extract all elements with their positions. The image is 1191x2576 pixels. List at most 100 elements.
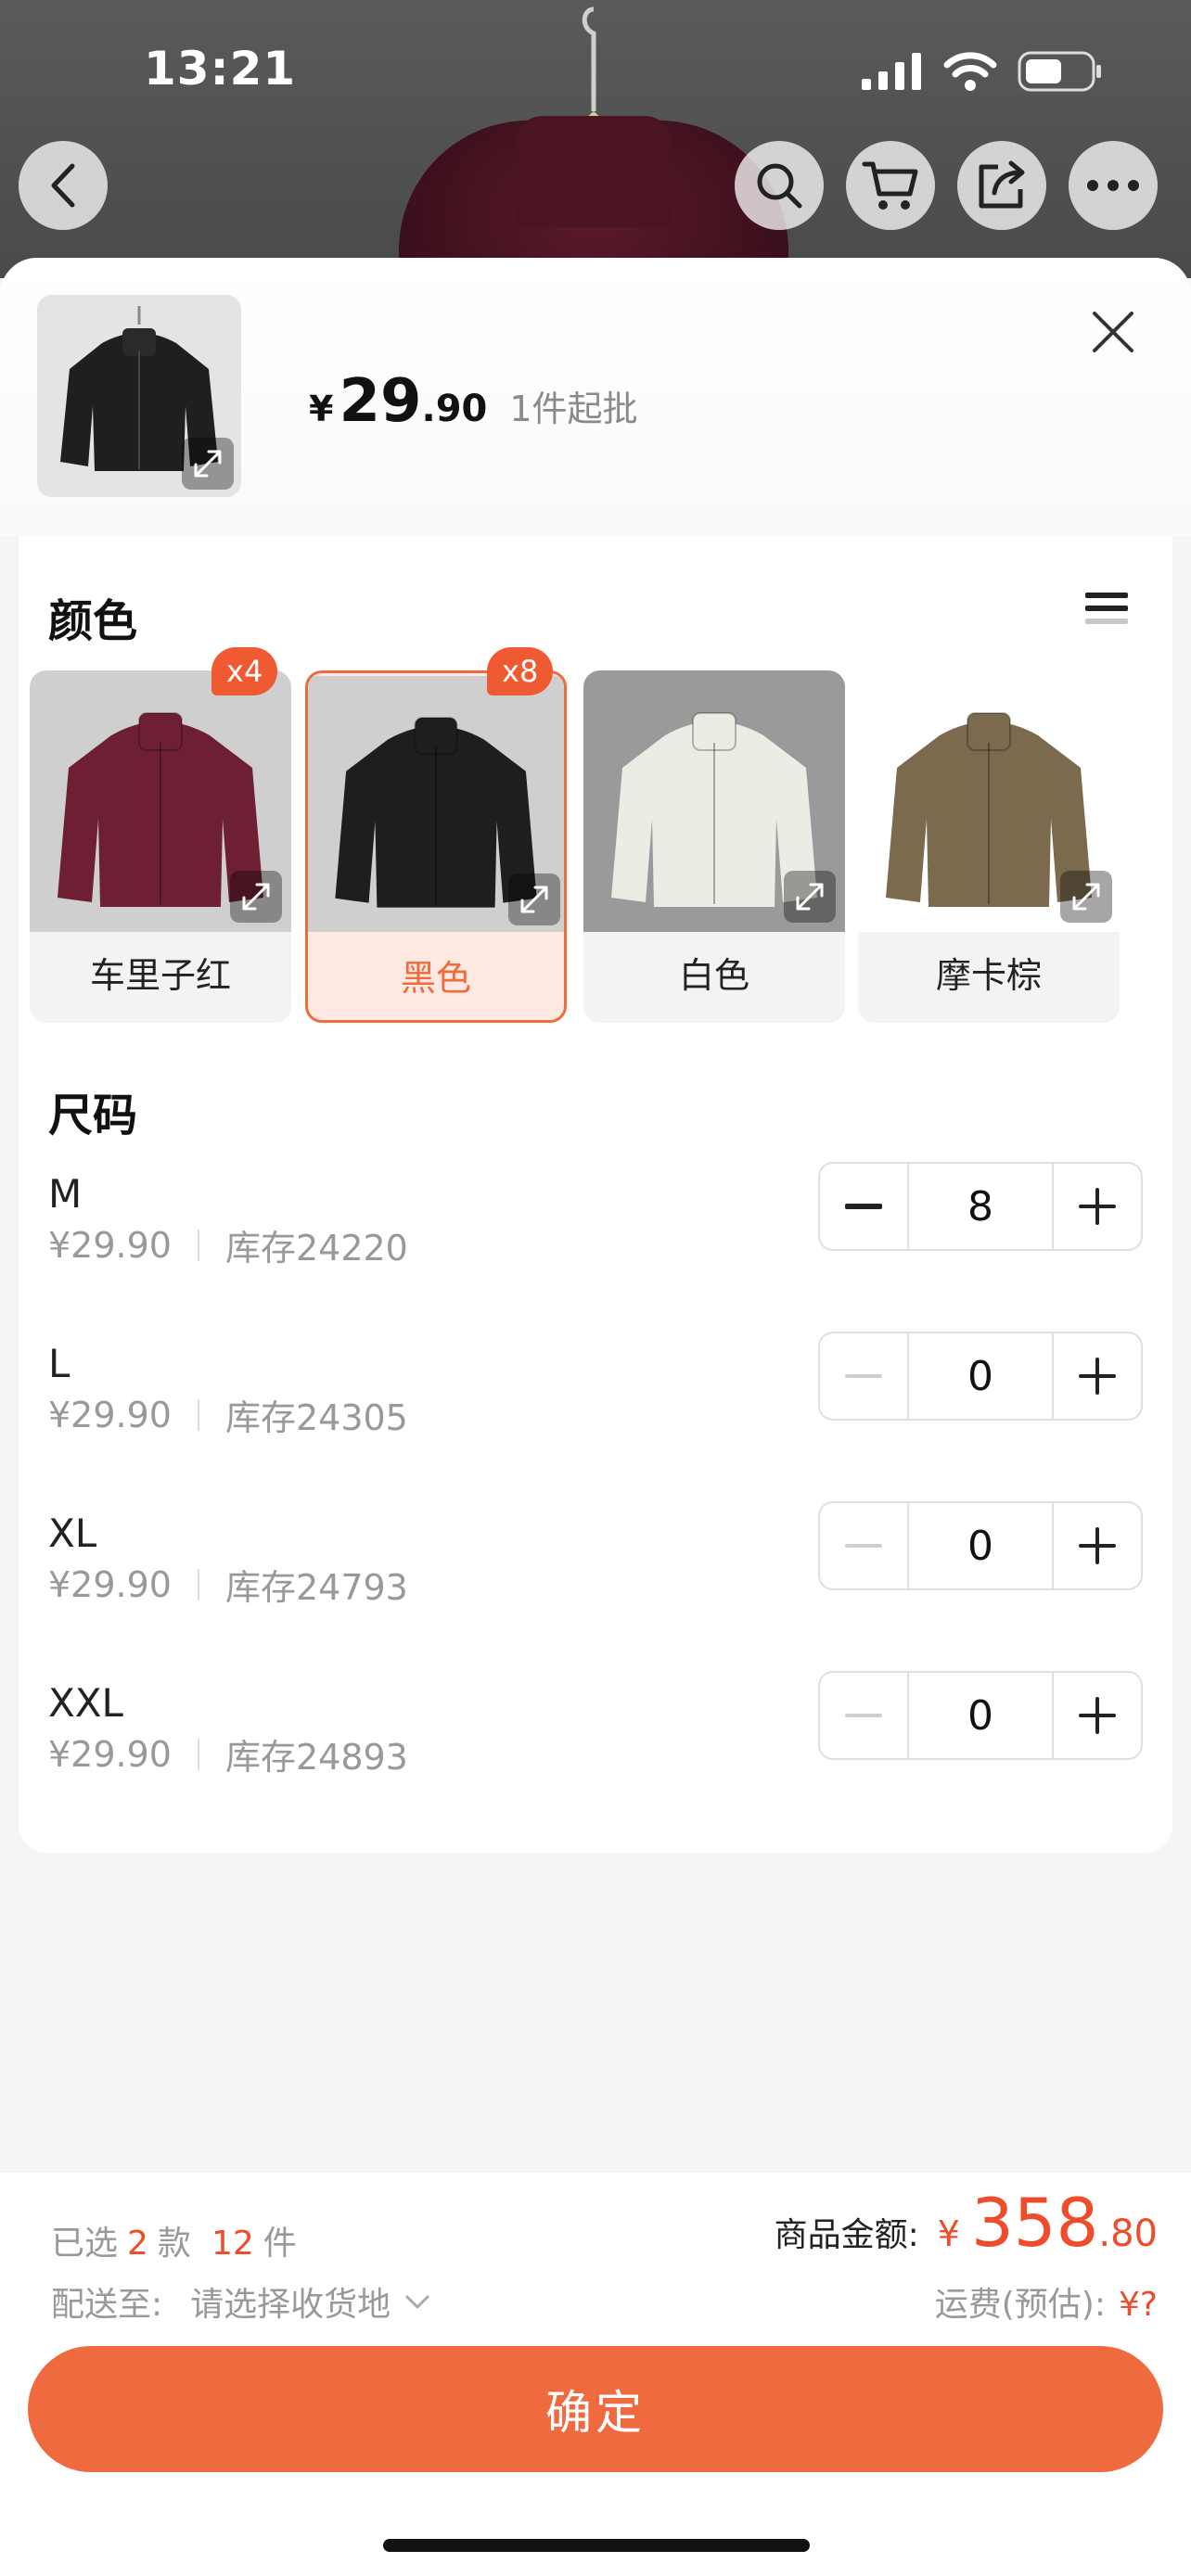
- decrement-button[interactable]: [820, 1673, 907, 1758]
- selection-summary: 已选 2 款 12 件: [51, 2216, 297, 2264]
- expand-button[interactable]: [784, 871, 836, 923]
- color-option[interactable]: 白色: [583, 670, 845, 1023]
- minus-icon: [845, 1714, 882, 1717]
- size-stock: 库存24793: [224, 1567, 408, 1608]
- quantity-value[interactable]: 0: [907, 1333, 1054, 1419]
- confirm-button[interactable]: 确定: [28, 2346, 1163, 2472]
- minus-icon: [845, 1204, 882, 1209]
- quantity-value[interactable]: 0: [907, 1673, 1054, 1758]
- expand-button[interactable]: [182, 438, 234, 490]
- total-currency: ¥: [937, 2213, 960, 2254]
- chevron-left-icon: [51, 163, 75, 208]
- price-decimal: .90: [421, 388, 488, 430]
- battery-icon: [1018, 51, 1101, 92]
- share-icon: [979, 160, 1025, 209]
- chevron-down-icon: [405, 2295, 429, 2309]
- freight-value: ¥?: [1118, 2286, 1158, 2324]
- count-unit: 件: [263, 2225, 297, 2263]
- cellular-signal-icon: [862, 53, 921, 90]
- price-block: ¥ 29 .90 1件起批: [309, 367, 638, 436]
- more-button[interactable]: [1069, 141, 1158, 230]
- list-view-icon[interactable]: [1083, 587, 1130, 633]
- selected-prefix: 已选: [51, 2225, 119, 2263]
- expand-icon: [1072, 883, 1100, 911]
- divider: [197, 1229, 199, 1261]
- bottom-bar: 已选 2 款 12 件 配送至: 请选择收货地 商品金额: ¥ 358 .80 运费(预…: [0, 2173, 1191, 2576]
- decrement-button[interactable]: [820, 1333, 907, 1419]
- increment-button[interactable]: [1054, 1503, 1141, 1588]
- plus-icon: [1079, 1358, 1116, 1395]
- quantity-stepper[interactable]: 0: [818, 1671, 1143, 1760]
- minus-icon: [845, 1544, 882, 1548]
- divider: [197, 1398, 199, 1431]
- selected-styles: 2: [127, 2225, 148, 2263]
- home-indicator: [383, 2539, 810, 2552]
- freight-estimate: 运费(预估): ¥?: [935, 2277, 1158, 2326]
- quantity-badge: x8: [487, 647, 554, 695]
- shipping-row[interactable]: 配送至: 请选择收货地: [51, 2277, 431, 2326]
- expand-button[interactable]: [230, 871, 282, 923]
- wifi-icon: [943, 52, 997, 91]
- color-option[interactable]: 摩卡棕: [858, 670, 1120, 1023]
- quantity-stepper[interactable]: 0: [818, 1332, 1143, 1421]
- total-integer: 358: [970, 2184, 1099, 2262]
- share-button[interactable]: [957, 141, 1046, 230]
- ship-label: 配送至:: [51, 2286, 163, 2324]
- quantity-stepper[interactable]: 8: [818, 1162, 1143, 1251]
- price-currency: ¥: [309, 389, 334, 429]
- size-meta: ¥29.90 库存24305: [48, 1389, 408, 1440]
- size-stock: 库存24305: [224, 1397, 408, 1438]
- color-section-title: 颜色: [48, 595, 138, 647]
- size-meta: ¥29.90 库存24220: [48, 1219, 408, 1270]
- divider: [197, 1738, 199, 1770]
- total-label: 商品金额:: [774, 2216, 919, 2254]
- size-stock: 库存24220: [224, 1228, 408, 1269]
- size-meta: ¥29.90 库存24793: [48, 1559, 408, 1610]
- price-integer: 29: [339, 367, 422, 436]
- decrement-button[interactable]: [820, 1164, 907, 1249]
- size-name: L: [48, 1341, 70, 1386]
- product-thumbnail[interactable]: [37, 295, 241, 497]
- increment-button[interactable]: [1054, 1164, 1141, 1249]
- minus-icon: [845, 1374, 882, 1378]
- plus-icon: [1079, 1697, 1116, 1734]
- status-bar: 13:21: [0, 0, 1191, 139]
- color-option[interactable]: 黑色: [305, 670, 567, 1023]
- color-option[interactable]: 车里子红: [30, 670, 291, 1023]
- size-name: XXL: [48, 1680, 123, 1726]
- size-name: XL: [48, 1511, 97, 1556]
- increment-button[interactable]: [1054, 1673, 1141, 1758]
- freight-label: 运费(预估):: [934, 2286, 1106, 2324]
- size-section-title: 尺码: [48, 1090, 138, 1141]
- size-stock: 库存24893: [224, 1737, 408, 1778]
- quantity-value[interactable]: 8: [907, 1164, 1054, 1249]
- close-icon[interactable]: [1087, 306, 1139, 358]
- expand-icon: [194, 450, 222, 478]
- min-order-qty: 1件起批: [509, 389, 638, 429]
- expand-button[interactable]: [1060, 871, 1112, 923]
- cart-icon: [862, 161, 918, 210]
- quantity-value[interactable]: 0: [907, 1503, 1054, 1588]
- color-option-label: 车里子红: [89, 955, 231, 996]
- quantity-badge: x4: [211, 647, 278, 695]
- sheet-header: ¥ 29 .90 1件起批: [0, 258, 1191, 536]
- expand-button[interactable]: [508, 874, 560, 925]
- size-price: ¥29.90: [48, 1394, 172, 1435]
- increment-button[interactable]: [1054, 1333, 1141, 1419]
- total-amount: 商品金额: ¥ 358 .80: [775, 2184, 1158, 2262]
- search-icon: [757, 163, 802, 209]
- back-button[interactable]: [19, 141, 108, 230]
- cart-button[interactable]: [846, 141, 935, 230]
- ship-address[interactable]: 请选择收货地: [190, 2277, 391, 2326]
- decrement-button[interactable]: [820, 1503, 907, 1588]
- status-time: 13:21: [144, 42, 297, 96]
- plus-icon: [1079, 1527, 1116, 1564]
- plus-icon: [1079, 1188, 1116, 1225]
- more-dots-icon: [1087, 180, 1139, 191]
- color-option-label: 摩卡棕: [935, 955, 1042, 996]
- quantity-stepper[interactable]: 0: [818, 1501, 1143, 1590]
- search-button[interactable]: [735, 141, 824, 230]
- styles-unit: 款: [157, 2225, 191, 2263]
- selected-count: 12: [211, 2225, 254, 2263]
- divider: [197, 1568, 199, 1600]
